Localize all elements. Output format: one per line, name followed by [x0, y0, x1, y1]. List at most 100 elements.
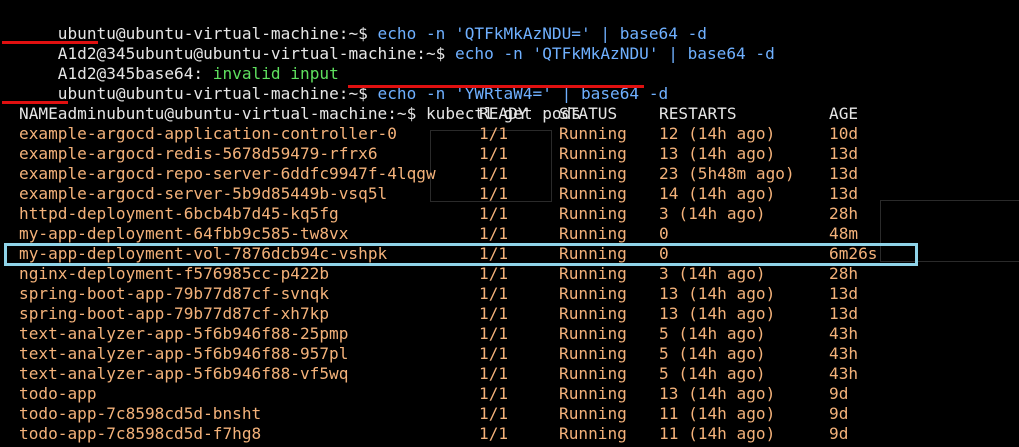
pod-name: my-app-deployment-64fbb9c585-tw8vx — [19, 224, 349, 243]
pod-restarts: 11 (14h ago) — [659, 404, 776, 423]
pod-age: 10d — [829, 124, 859, 143]
pod-age: 43h — [829, 364, 859, 383]
pod-age: 13d — [829, 184, 859, 203]
pod-name: todo-app — [19, 384, 97, 403]
pod-ready: 1/1 — [479, 304, 509, 323]
pod-restarts: 5 (14h ago) — [659, 324, 766, 343]
table-row: example-argocd-redis-5678d59479-rfrx6 1/1… — [19, 144, 1009, 164]
pod-ready: 1/1 — [479, 264, 509, 283]
header-restarts: RESTARTS — [659, 104, 737, 123]
annotation-underline — [2, 41, 98, 44]
pod-age: 13d — [829, 144, 859, 163]
table-row: my-app-deployment-64fbb9c585-tw8vx 1/1 Run… — [19, 224, 1009, 244]
pod-ready: 1/1 — [479, 344, 509, 363]
pod-age: 28h — [829, 264, 859, 283]
header-age: AGE — [829, 104, 859, 123]
table-row: example-argocd-repo-server-6ddfc9947f-4l… — [19, 164, 1009, 184]
pod-restarts: 12 (14h ago) — [659, 124, 776, 143]
pod-name: example-argocd-application-controller-0 — [19, 124, 397, 143]
pod-age: 48m — [829, 224, 859, 243]
pod-status: Running — [559, 164, 627, 183]
pod-name: todo-app-7c8598cd5d-f7hg8 — [19, 424, 262, 443]
pod-status: Running — [559, 144, 627, 163]
highlighted-row-box — [4, 243, 918, 266]
pod-name: httpd-deployment-6bcb4b7d45-kq5fg — [19, 204, 339, 223]
table-row: text-analyzer-app-5f6b946f88-vf5wq 1/1 Run… — [19, 364, 1009, 384]
pod-name: spring-boot-app-79b77d87cf-svnqk — [19, 284, 330, 303]
pod-ready: 1/1 — [479, 284, 509, 303]
header-ready: READY — [479, 104, 528, 123]
pod-name: text-analyzer-app-5f6b946f88-vf5wq — [19, 364, 349, 383]
pod-age: 28h — [829, 204, 859, 223]
table-row: spring-boot-app-79b77d87cf-svnqk 1/1 Runni… — [19, 284, 1009, 304]
pod-status: Running — [559, 404, 627, 423]
pod-ready: 1/1 — [479, 324, 509, 343]
pod-restarts: 23 (5h48m ago) — [659, 164, 795, 183]
pod-restarts: 13 (14h ago) — [659, 384, 776, 403]
terminal-line: A1d2@345ubuntu@ubuntu-virtual-machine:~$… — [19, 24, 775, 63]
table-row: todo-app 1/1 Running 13 (14h ago) 9d — [19, 384, 1009, 404]
annotation-underline — [348, 85, 644, 88]
pod-ready: 1/1 — [479, 384, 509, 403]
terminal-line: ubuntu@ubuntu-virtual-machine:~$ echo -n… — [19, 64, 668, 103]
pod-ready: 1/1 — [479, 224, 509, 243]
pod-name: text-analyzer-app-5f6b946f88-957pl — [19, 344, 349, 363]
pod-ready: 1/1 — [479, 144, 509, 163]
pod-age: 9d — [829, 384, 849, 403]
pod-restarts: 3 (14h ago) — [659, 264, 766, 283]
pod-name: nginx-deployment-f576985cc-p422b — [19, 264, 330, 283]
pod-status: Running — [559, 424, 627, 443]
pod-status: Running — [559, 324, 627, 343]
pod-restarts: 0 — [659, 224, 669, 243]
pod-ready: 1/1 — [479, 424, 509, 443]
table-row: text-analyzer-app-5f6b946f88-957pl 1/1 Run… — [19, 344, 1009, 364]
pod-age: 13d — [829, 284, 859, 303]
pod-status: Running — [559, 284, 627, 303]
pod-age: 43h — [829, 344, 859, 363]
pod-name: example-argocd-redis-5678d59479-rfrx6 — [19, 144, 378, 163]
pod-restarts: 13 (14h ago) — [659, 304, 776, 323]
pod-status: Running — [559, 344, 627, 363]
pod-status: Running — [559, 264, 627, 283]
pod-age: 43h — [829, 324, 859, 343]
pod-restarts: 11 (14h ago) — [659, 424, 776, 443]
terminal-window[interactable]: ubuntu@ubuntu-virtual-machine:~$ echo -n… — [0, 0, 1019, 447]
terminal-line: ubuntu@ubuntu-virtual-machine:~$ echo -n… — [19, 4, 707, 43]
pod-status: Running — [559, 124, 627, 143]
table-row: todo-app-7c8598cd5d-f7hg8 1/1 Running 11 (1… — [19, 424, 1009, 444]
header-status: STATUS — [559, 104, 618, 123]
pod-status: Running — [559, 304, 627, 323]
pod-restarts: 14 (14h ago) — [659, 184, 776, 203]
pod-name: spring-boot-app-79b77d87cf-xh7kp — [19, 304, 330, 323]
table-row: example-argocd-server-5b9d85449b-vsq5l 1/… — [19, 184, 1009, 204]
pod-restarts: 5 (14h ago) — [659, 344, 766, 363]
pod-ready: 1/1 — [479, 164, 509, 183]
pod-restarts: 3 (14h ago) — [659, 204, 766, 223]
pod-status: Running — [559, 224, 627, 243]
pod-name: todo-app-7c8598cd5d-bnsht — [19, 404, 262, 423]
pod-age: 9d — [829, 404, 849, 423]
pod-name: text-analyzer-app-5f6b946f88-25pmp — [19, 324, 349, 343]
terminal-line: A1d2@345base64: invalid input — [19, 44, 339, 83]
pod-name: example-argocd-repo-server-6ddfc9947f-4l… — [19, 164, 436, 183]
table-row: text-analyzer-app-5f6b946f88-25pmp 1/1 Run… — [19, 324, 1009, 344]
pod-restarts: 13 (14h ago) — [659, 284, 776, 303]
pod-restarts: 5 (14h ago) — [659, 364, 766, 383]
pod-ready: 1/1 — [479, 204, 509, 223]
table-row: example-argocd-application-controller-0 1… — [19, 124, 1009, 144]
pod-status: Running — [559, 384, 627, 403]
annotation-underline — [2, 101, 68, 104]
pod-ready: 1/1 — [479, 124, 509, 143]
pod-ready: 1/1 — [479, 404, 509, 423]
header-name: NAME — [19, 104, 58, 123]
pod-age: 9d — [829, 424, 849, 443]
pod-status: Running — [559, 364, 627, 383]
pod-ready: 1/1 — [479, 364, 509, 383]
pod-name: example-argocd-server-5b9d85449b-vsq5l — [19, 184, 388, 203]
pod-restarts: 13 (14h ago) — [659, 144, 776, 163]
pod-age: 13d — [829, 304, 859, 323]
table-row: nginx-deployment-f576985cc-p422b 1/1 Runni… — [19, 264, 1009, 284]
table-row: httpd-deployment-6bcb4b7d45-kq5fg 1/1 Runn… — [19, 204, 1009, 224]
table-row: todo-app-7c8598cd5d-bnsht 1/1 Running 11 (1… — [19, 404, 1009, 424]
table-row: spring-boot-app-79b77d87cf-xh7kp 1/1 Runni… — [19, 304, 1009, 324]
